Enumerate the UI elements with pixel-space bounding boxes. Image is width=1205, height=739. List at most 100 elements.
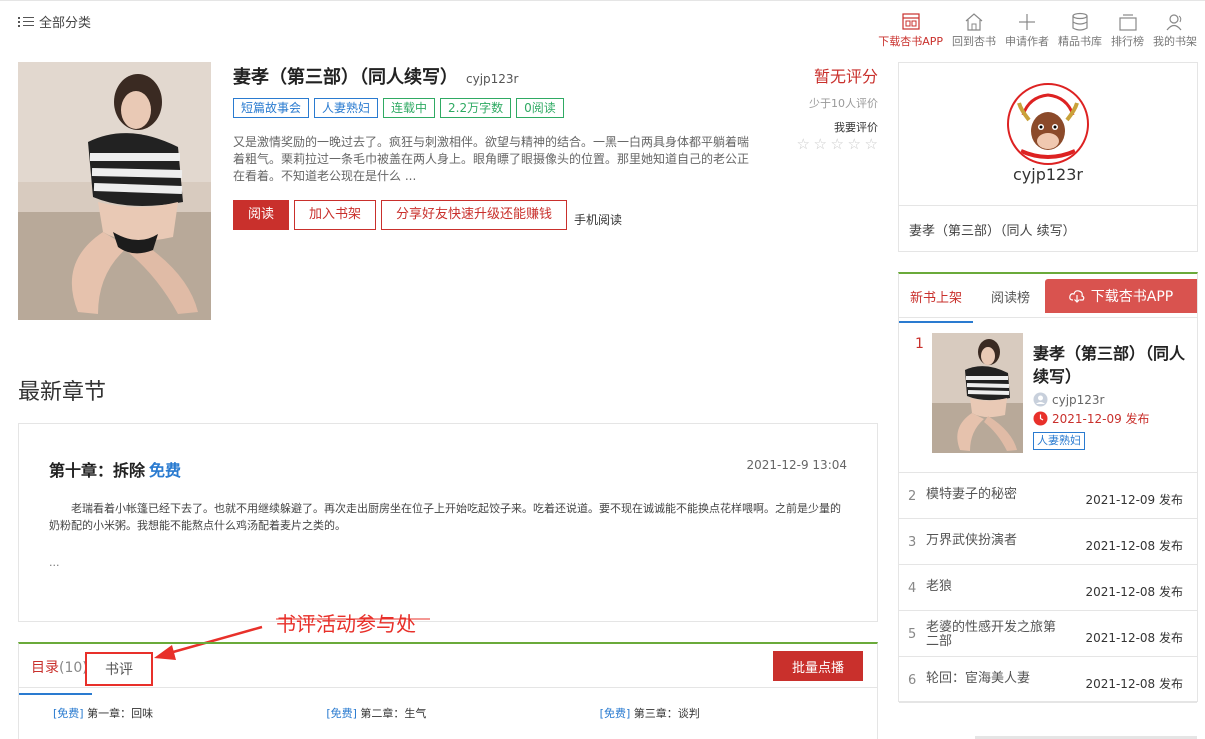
top-nav: 下载杏书APP 回到杏书 申请作者 精品书库 排行榜 我的书架: [869, 12, 1197, 49]
all-categories-label: 全部分类: [39, 16, 92, 31]
rank-number: 3: [908, 535, 917, 550]
chapter-link[interactable]: [免费] 第三章：谈判: [600, 705, 873, 721]
list-icon: [18, 16, 34, 28]
top-book-date-text: 2021-12-09 发布: [1052, 412, 1150, 426]
star-icon[interactable]: ☆: [829, 137, 844, 152]
book-actions: 阅读 加入书架 分享好友快速升级还能赚钱 手机阅读: [233, 200, 622, 230]
user-icon: [1166, 14, 1182, 31]
nav-label: 精品书库: [1058, 35, 1102, 48]
top-book-item[interactable]: 1 妻孝（第三部）（同人续写） cyjp123r 2021-12-09 发布 人…: [899, 318, 1197, 473]
free-badge: 免费: [149, 461, 182, 480]
tag-status: 连载中: [383, 98, 436, 118]
rank-number: 2: [908, 489, 917, 504]
book-title-text: 妻孝（第三部）（同人续写）: [233, 67, 458, 88]
book-author[interactable]: cyjp123r: [466, 72, 519, 86]
tag-word-count: 2.2万字数: [440, 98, 512, 118]
star-icon[interactable]: ☆: [863, 137, 878, 152]
catalog-panel: 目录(10) 书评 批量点播 [免费] 第一章：回味 [免费] 第二章：生气 […: [18, 642, 878, 739]
chapter-title: 第三章：谈判: [633, 707, 700, 720]
top-border: [0, 0, 1205, 1]
download-app-button[interactable]: 下载杏书APP: [1045, 279, 1197, 313]
rank-date: 2021-12-08 发布: [1085, 677, 1183, 691]
author-book-link[interactable]: 妻孝（第三部）（同人 续写）: [909, 220, 1076, 239]
annotation-label: 书评活动参与处: [276, 612, 416, 636]
rank-date: 2021-12-08 发布: [1085, 539, 1183, 553]
nav-label: 我的书架: [1153, 35, 1197, 48]
plus-icon: [1019, 14, 1035, 30]
rate-label: 我要评价: [834, 121, 878, 134]
nav-bookshelf[interactable]: 我的书架: [1153, 12, 1197, 49]
book-title: 妻孝（第三部）（同人续写） cyjp123r: [233, 63, 519, 89]
rating-stars: ☆ ☆ ☆ ☆ ☆: [795, 137, 878, 152]
latest-chapter-time: 2021-12-9 13:04: [746, 458, 848, 472]
catalog-tabs: 目录(10) 书评 批量点播: [19, 644, 877, 695]
rank-number: 5: [908, 627, 917, 642]
top-book-date: 2021-12-09 发布: [1033, 410, 1150, 427]
mobile-read-link[interactable]: 手机阅读: [574, 211, 622, 228]
chapter-list: [免费] 第一章：回味 [免费] 第二章：生气 [免费] 第三章：谈判: [53, 705, 873, 721]
nav-ranking[interactable]: 排行榜: [1111, 12, 1144, 49]
latest-chapter-title[interactable]: 第十章：拆除 免费: [49, 457, 181, 481]
rank-row[interactable]: 6 轮回：宦海美人妻 2021-12-08 发布: [899, 657, 1197, 703]
latest-chapter-excerpt: 老瑞看着小帐篷已经下去了。也就不用继续躲避了。再次走出厨房坐在位子上开始吃起饺子…: [49, 502, 841, 532]
bull-logo-icon: [1010, 86, 1086, 162]
tab-directory[interactable]: 目录(10): [19, 657, 92, 695]
cloud-download-icon: [1068, 290, 1085, 303]
clock-icon: [1033, 411, 1048, 426]
rating-score: 暂无评分: [813, 67, 878, 86]
tab-new-books[interactable]: 新书上架: [898, 287, 974, 323]
rank-title[interactable]: 轮回：宦海美人妻: [926, 672, 1066, 686]
chapter-link[interactable]: [免费] 第一章：回味: [53, 705, 326, 721]
star-icon[interactable]: ☆: [846, 137, 861, 152]
all-categories-button[interactable]: 全部分类: [18, 12, 91, 31]
latest-chapter-box[interactable]: 第十章：拆除 免费 2021-12-9 13:04 老瑞看着小帐篷已经下去了。也就…: [18, 423, 878, 622]
nav-apply-author[interactable]: 申请作者: [1005, 12, 1049, 49]
top-book-author: cyjp123r: [1033, 392, 1105, 407]
rank-number: 4: [908, 581, 917, 596]
top-book-author-name: cyjp123r: [1052, 392, 1105, 407]
cover-image: [18, 62, 211, 320]
nav-label: 排行榜: [1111, 35, 1144, 48]
nav-library[interactable]: 精品书库: [1058, 12, 1102, 49]
read-button[interactable]: 阅读: [233, 200, 290, 230]
rank-date: 2021-12-08 发布: [1085, 585, 1183, 599]
tag-category[interactable]: 短篇故事会: [233, 98, 310, 118]
author-avatar[interactable]: [1007, 83, 1089, 165]
rank-number: 6: [908, 673, 917, 688]
rank-title[interactable]: 万界武侠扮演者: [926, 534, 1066, 548]
nav-label: 下载杏书APP: [878, 35, 943, 48]
book-cover[interactable]: [18, 62, 211, 320]
download-app-label: 下载杏书APP: [1090, 289, 1174, 305]
user-avatar-icon: [1033, 392, 1048, 407]
rank-row[interactable]: 4 老狼 2021-12-08 发布: [899, 565, 1197, 611]
rank-row[interactable]: 3 万界武侠扮演者 2021-12-08 发布: [899, 519, 1197, 565]
thumb-image: [932, 333, 1023, 453]
free-tag: [免费]: [599, 707, 631, 720]
share-button[interactable]: 分享好友快速升级还能赚钱: [381, 200, 568, 230]
batch-play-button[interactable]: 批量点播: [773, 651, 863, 681]
tag-read-count: 0阅读: [516, 98, 564, 118]
rating-count: 少于10人评价: [809, 97, 878, 110]
nav-home[interactable]: 回到杏书: [952, 12, 996, 49]
nav-download-app[interactable]: 下载杏书APP: [878, 12, 943, 49]
star-icon[interactable]: ☆: [795, 137, 810, 152]
rank-date: 2021-12-08 发布: [1085, 631, 1183, 645]
tag-genre[interactable]: 人妻熟妇: [314, 98, 379, 118]
top-book-tag[interactable]: 人妻熟妇: [1033, 432, 1085, 450]
rank-row[interactable]: 5 老婆的性感开发之旅第二部 2021-12-08 发布: [899, 611, 1197, 657]
top-book-title[interactable]: 妻孝（第三部）（同人续写）: [1033, 342, 1189, 388]
tab-reading-rank[interactable]: 阅读榜: [991, 287, 1030, 306]
author-name[interactable]: cyjp123r: [899, 165, 1197, 184]
rank-title[interactable]: 老狼: [926, 580, 1066, 594]
chapter-link[interactable]: [免费] 第二章：生气: [326, 705, 599, 721]
rank-title[interactable]: 模特妻子的秘密: [926, 488, 1066, 502]
ranking-icon: [1118, 14, 1137, 31]
star-icon[interactable]: ☆: [812, 137, 827, 152]
tab-reviews[interactable]: 书评: [85, 652, 153, 686]
nav-label: 回到杏书: [952, 35, 996, 48]
book-thumbnail[interactable]: [932, 333, 1023, 453]
add-to-shelf-button[interactable]: 加入书架: [294, 200, 377, 230]
rating-panel: 暂无评分 少于10人评价 我要评价 ☆ ☆ ☆ ☆ ☆: [795, 63, 878, 152]
rank-row[interactable]: 2 模特妻子的秘密 2021-12-09 发布: [899, 473, 1197, 519]
rank-title[interactable]: 老婆的性感开发之旅第二部: [926, 621, 1060, 649]
